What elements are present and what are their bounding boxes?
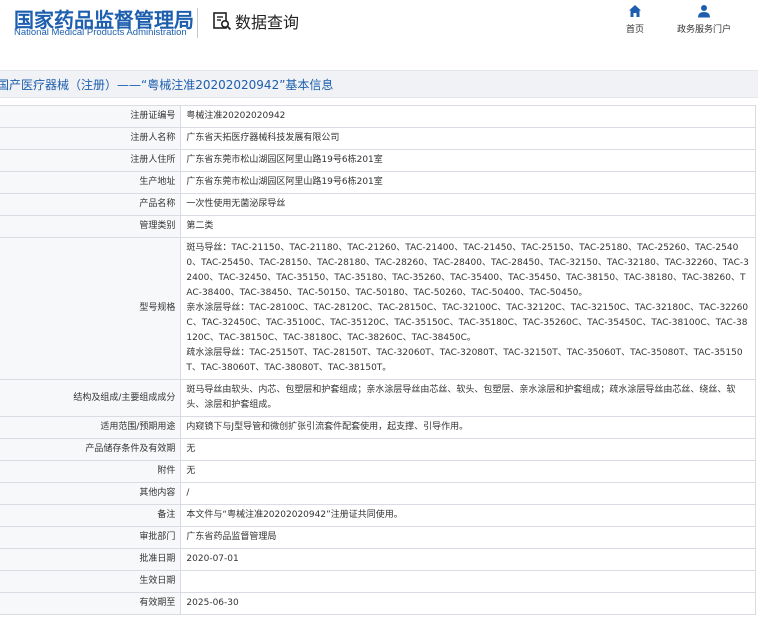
table-row: 产品储存条件及有效期无: [0, 438, 756, 461]
table-row: 生效日期: [0, 570, 756, 593]
device-info-table-body: 注册证编号 粤械注准20202020942 注册人名称 广东省天拓医疗器械科技发展有限…: [0, 105, 756, 615]
field-value: /: [180, 482, 756, 505]
field-label: 注册人名称: [0, 127, 182, 150]
field-label: 型号规格: [0, 237, 182, 380]
table-row: 管理类别 第二类: [0, 215, 756, 238]
user-icon: [698, 5, 710, 18]
field-value: 2020-07-01: [180, 548, 756, 571]
field-value: 广东省东莞市松山湖园区阿里山路19号6栋201室: [180, 171, 756, 194]
field-label: 注册证编号: [0, 105, 182, 128]
field-value: [180, 570, 756, 593]
field-value: 一次性使用无菌泌尿导丝: [180, 193, 756, 216]
field-value: 本文件与“粤械注准20202020942”注册证共同使用。: [180, 504, 756, 527]
field-value: 广东省药品监督管理局: [180, 526, 756, 549]
page-title: 国产医疗器械（注册）——“粤械注准20202020942”基本信息: [0, 78, 334, 92]
field-value: 内窥镜下与J型导管和微创扩张引流套件配套使用，起支撑、引导作用。: [180, 416, 756, 439]
nav-service-portal[interactable]: 政务服务门户: [677, 4, 731, 35]
document-search-icon: [213, 12, 232, 31]
table-row: 其他内容 /: [0, 482, 756, 505]
field-value: 第二类: [180, 215, 756, 238]
field-label: 管理类别: [0, 215, 182, 238]
field-label: 审批部门: [0, 526, 182, 549]
site-header: 国家药品监督管理局 National Medical Products Admi…: [0, 0, 758, 60]
field-label: 生效日期: [0, 570, 182, 593]
field-value: 2025-06-30: [180, 592, 756, 615]
site-logo-subtitle[interactable]: National Medical Products Administration: [14, 27, 187, 38]
table-row: 有效期至 2025-06-30: [0, 592, 756, 615]
table-row: 适用范围/预期用途 内窥镜下与J型导管和微创扩张引流套件配套使用，起支撑、引导作用…: [0, 416, 756, 439]
header-divider: [197, 8, 198, 38]
field-value: 粤械注准20202020942: [180, 105, 756, 128]
field-label: 产品储存条件及有效期: [0, 438, 182, 461]
table-row: 注册证编号 粤械注准20202020942: [0, 105, 756, 128]
device-info-table: 注册证编号 粤械注准20202020942 注册人名称 广东省天拓医疗器械科技发展有限…: [0, 105, 756, 615]
field-value: 广东省东莞市松山湖园区阿里山路19号6栋201室: [180, 149, 756, 172]
field-label: 有效期至: [0, 592, 182, 615]
table-row: 生产地址 广东省东莞市松山湖园区阿里山路19号6栋201室: [0, 171, 756, 194]
field-value: 无: [180, 438, 756, 461]
field-label: 其他内容: [0, 482, 182, 505]
field-label: 附件: [0, 460, 182, 483]
field-value: 广东省天拓医疗器械科技发展有限公司: [180, 127, 756, 150]
page-title-bar: 国产医疗器械（注册）——“粤械注准20202020942”基本信息: [0, 70, 758, 98]
table-row: 审批部门 广东省药品监督管理局: [0, 526, 756, 549]
field-label: 注册人住所: [0, 149, 182, 172]
nav-home-label: 首页: [626, 25, 645, 35]
field-value: 斑马导丝由软头、内芯、包塑层和护套组成；亲水涂层导丝由芯丝、软头、包塑层、亲水涂…: [180, 379, 756, 417]
table-row: 产品名称 一次性使用无菌泌尿导丝: [0, 193, 756, 216]
table-row: 注册人住所 广东省东莞市松山湖园区阿里山路19号6栋201室: [0, 149, 756, 172]
data-query-label: 数据查询: [235, 13, 300, 32]
table-row: 备注 本文件与“粤械注准20202020942”注册证共同使用。: [0, 504, 756, 527]
table-row: 附件无: [0, 460, 756, 483]
table-row: 型号规格 斑马导丝：TAC-21150、TAC-21180、TAC-21260、T…: [0, 237, 756, 380]
field-label: 批准日期: [0, 548, 182, 571]
field-value: 无: [180, 460, 756, 483]
data-query-title: 数据查询: [212, 9, 299, 33]
table-row: 注册人名称 广东省天拓医疗器械科技发展有限公司: [0, 127, 756, 150]
field-label: 适用范围/预期用途: [0, 416, 182, 439]
field-value: 斑马导丝：TAC-21150、TAC-21180、TAC-21260、TAC-2…: [180, 237, 756, 380]
field-label: 产品名称: [0, 193, 182, 216]
nav-service-portal-label: 政务服务门户: [677, 25, 732, 35]
table-row: 结构及组成/主要组成成分 斑马导丝由软头、内芯、包塑层和护套组成；亲水涂层导丝由芯…: [0, 379, 756, 417]
nav-home[interactable]: 首页: [626, 4, 644, 35]
field-label: 备注: [0, 504, 182, 527]
table-row: 批准日期 2020-07-01: [0, 548, 756, 571]
field-label: 结构及组成/主要组成成分: [0, 379, 182, 417]
field-label: 生产地址: [0, 171, 182, 194]
home-icon: [629, 5, 641, 17]
